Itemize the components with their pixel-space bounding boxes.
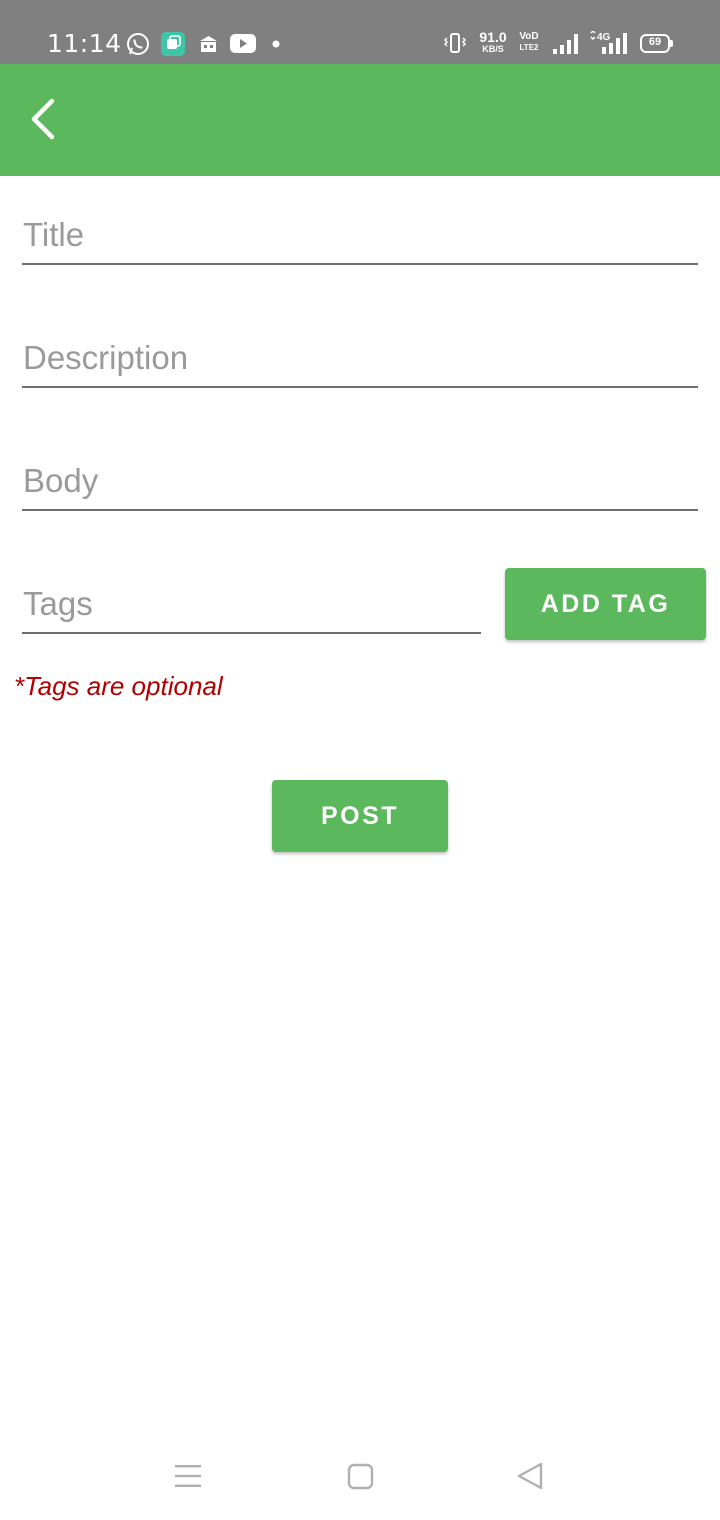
- bank-icon: [200, 36, 217, 52]
- home-icon[interactable]: [347, 1463, 374, 1490]
- youtube-icon: [230, 34, 256, 53]
- title-field: [22, 215, 698, 265]
- tags-optional-note: *Tags are optional: [14, 671, 223, 701]
- description-input[interactable]: [22, 338, 698, 378]
- back-button[interactable]: [24, 92, 80, 148]
- net-speed: 91.0 KB/S: [479, 29, 507, 54]
- body-input[interactable]: [22, 461, 698, 501]
- signal-4g-icon: 4G: [590, 31, 627, 54]
- dot-icon: [272, 40, 280, 48]
- menu-icon[interactable]: [174, 1463, 202, 1489]
- tags-input[interactable]: [22, 584, 481, 624]
- vibrate-icon: [443, 33, 467, 53]
- signal-icon: [553, 34, 578, 54]
- svg-text:4G: 4G: [597, 32, 611, 43]
- whatsapp-icon: [127, 33, 149, 55]
- app-icon: [161, 32, 185, 56]
- description-field: [22, 338, 698, 388]
- chevron-left-icon: [31, 98, 55, 140]
- status-bar: 11:14 91.0 KB/S VoD LTE2 4G 69: [0, 0, 720, 64]
- status-time: 11:14: [47, 29, 122, 58]
- back-icon[interactable]: [515, 1461, 545, 1491]
- battery-icon: 69: [640, 34, 673, 53]
- post-button[interactable]: POST: [272, 780, 448, 852]
- app-bar: [0, 64, 720, 176]
- title-input[interactable]: [22, 215, 698, 255]
- tags-field: [22, 584, 481, 634]
- battery-level: 69: [648, 36, 662, 48]
- body-field: [22, 461, 698, 511]
- add-tag-button[interactable]: ADD TAG: [505, 568, 706, 640]
- volte-indicator: VoD LTE2: [519, 31, 539, 52]
